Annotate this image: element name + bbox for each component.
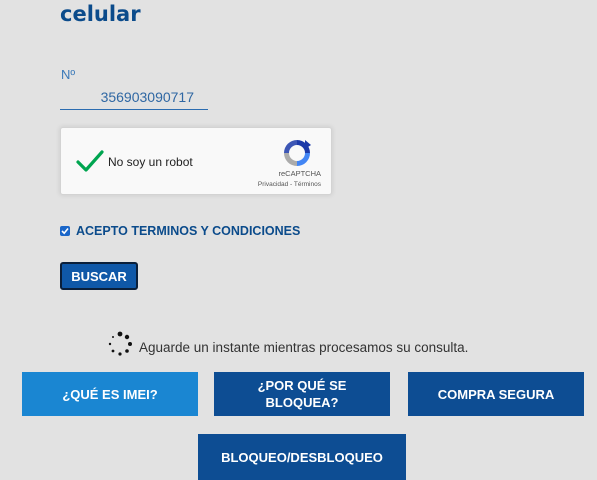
checkmark-icon[interactable]	[75, 146, 105, 176]
why-blocked-button[interactable]: ¿POR QUÉ SE BLOQUEA?	[214, 372, 390, 416]
recaptcha-logo-icon	[284, 140, 311, 166]
page-heading: celular	[60, 2, 141, 26]
terms-checkbox[interactable]	[60, 226, 70, 236]
terms-checkbox-row[interactable]: ACEPTO TERMINOS Y CONDICIONES	[60, 224, 300, 238]
captcha-links[interactable]: Privacidad - Términos	[258, 181, 321, 188]
captcha-label: No soy un robot	[108, 155, 193, 169]
safe-purchase-button[interactable]: COMPRA SEGURA	[408, 372, 584, 416]
loading-text: Aguarde un instante mientras procesamos …	[139, 339, 469, 355]
recaptcha-widget: No soy un robot reCAPTCHA Privacidad - T…	[60, 127, 332, 195]
what-is-imei-button[interactable]: ¿QUÉ ES IMEI?	[22, 372, 198, 416]
spinner-icon	[108, 331, 132, 356]
captcha-brand: reCAPTCHA	[278, 169, 321, 178]
number-input[interactable]	[60, 84, 208, 110]
check-icon	[61, 227, 69, 235]
loading-indicator: Aguarde un instante mientras procesamos …	[107, 331, 468, 357]
search-button[interactable]: BUSCAR	[60, 262, 138, 290]
block-unblock-button[interactable]: BLOQUEO/DESBLOQUEO	[198, 434, 406, 480]
number-label: Nº	[61, 67, 76, 82]
terms-label: ACEPTO TERMINOS Y CONDICIONES	[76, 224, 301, 238]
